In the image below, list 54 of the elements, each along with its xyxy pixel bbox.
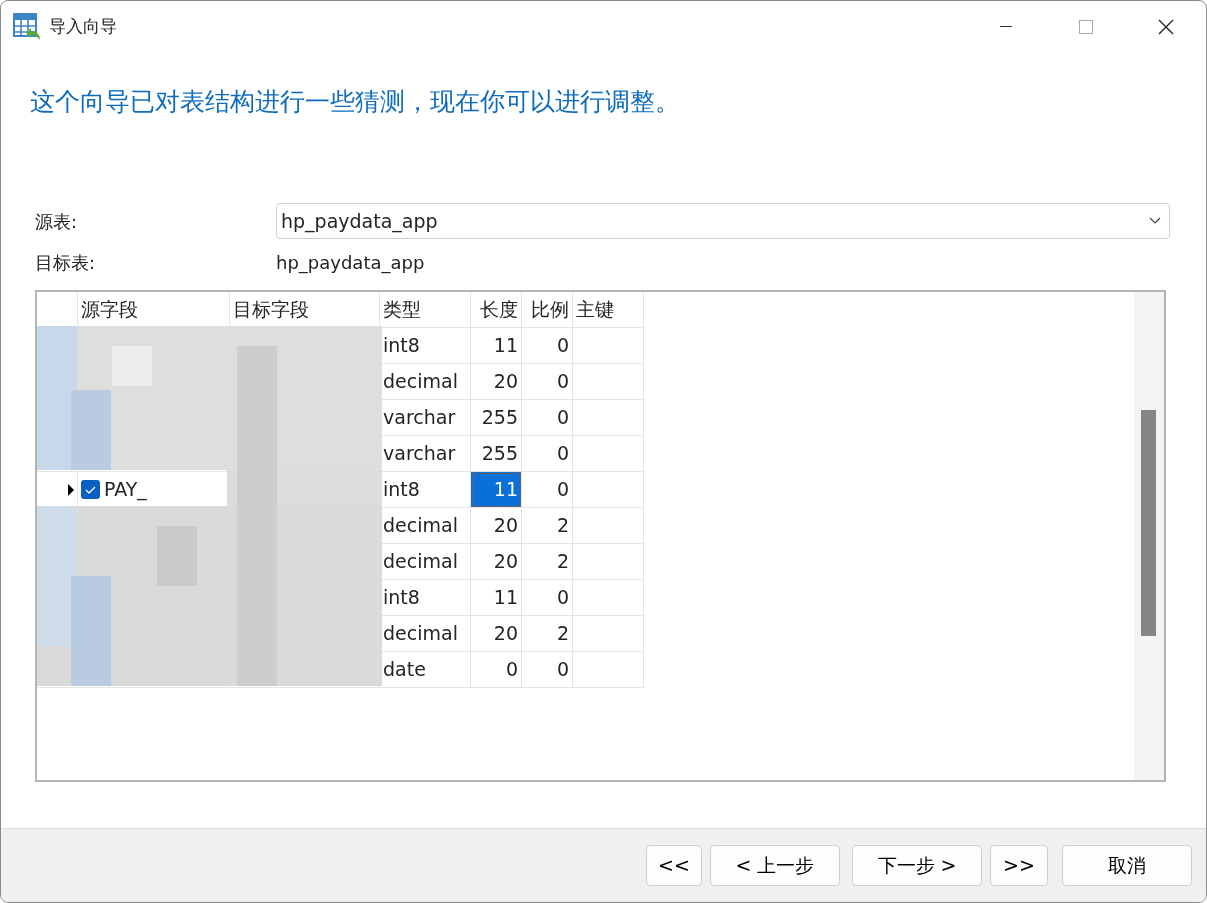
table-cell-text: PAY_ (104, 477, 147, 503)
table-cell-text: 2 (556, 549, 569, 575)
table-cell-text: decimal (383, 549, 458, 575)
table-cell-text: varchar (383, 405, 456, 431)
table-cell[interactable]: 11 (471, 328, 522, 364)
table-cell-text: int8 (383, 477, 420, 503)
column-header: 主键 (576, 297, 614, 323)
column-header: 源字段 (81, 297, 138, 323)
scrollbar-thumb[interactable] (1141, 410, 1156, 636)
table-cell-text: 2 (556, 513, 569, 539)
wizard-button[interactable]: << (646, 845, 702, 886)
table-cell-text: int8 (383, 333, 420, 359)
column-header: 比例 (531, 297, 569, 323)
table-cell-text: 0 (556, 441, 569, 467)
table-cell-text: 0 (556, 657, 569, 683)
table-cell-text: 0 (556, 369, 569, 395)
checkbox[interactable] (81, 480, 100, 499)
wizard-button[interactable]: 下一步 > (852, 845, 982, 886)
table-cell-text: 2 (556, 621, 569, 647)
chevron-down-icon (1149, 217, 1161, 225)
table-cell[interactable]: 0 (471, 652, 522, 688)
column-header: 类型 (383, 297, 421, 323)
field-label: 源表: (35, 210, 78, 232)
wizard-button[interactable]: < 上一步 (710, 845, 840, 886)
field-label: 目标表: (35, 252, 96, 273)
wizard-button[interactable]: >> (990, 845, 1048, 886)
minimize-icon (1000, 26, 1012, 28)
table-cell-text: decimal (383, 369, 458, 395)
table-cell[interactable]: 255 (471, 400, 522, 436)
scrollbar[interactable] (1134, 292, 1164, 780)
table-cell-text: 0 (556, 477, 569, 503)
target-table-value: hp_paydata_app (276, 251, 425, 276)
wizard-button[interactable]: 取消 (1062, 845, 1192, 886)
table-cell-text: int8 (383, 585, 420, 611)
table-cell[interactable]: 20 (471, 508, 522, 544)
table-cell-text: decimal (383, 513, 458, 539)
window-title: 导入向导 (49, 15, 117, 39)
column-header: 目标字段 (233, 297, 309, 323)
table-cell-text: varchar (383, 441, 456, 467)
table-cell-text: date (383, 657, 426, 683)
table-cell-text: 0 (556, 585, 569, 611)
wizard-heading: 这个向导已对表结构进行一些猜测，现在你可以进行调整。 (30, 87, 680, 116)
column-header: 长度 (480, 297, 518, 323)
table-cell-text: 0 (556, 333, 569, 359)
table-cell[interactable]: 11 (471, 580, 522, 616)
table-cell[interactable]: 20 (471, 364, 522, 400)
source-table-dropdown[interactable]: hp_paydata_app (276, 203, 1170, 239)
table-cell[interactable]: 20 (471, 616, 522, 652)
maximize-icon (1079, 20, 1093, 34)
close-icon (1158, 19, 1174, 35)
table-cell[interactable]: 20 (471, 544, 522, 580)
table-cell-text: decimal (383, 621, 458, 647)
table-cell-text: 0 (556, 405, 569, 431)
table-cell[interactable]: 11 (471, 472, 522, 508)
